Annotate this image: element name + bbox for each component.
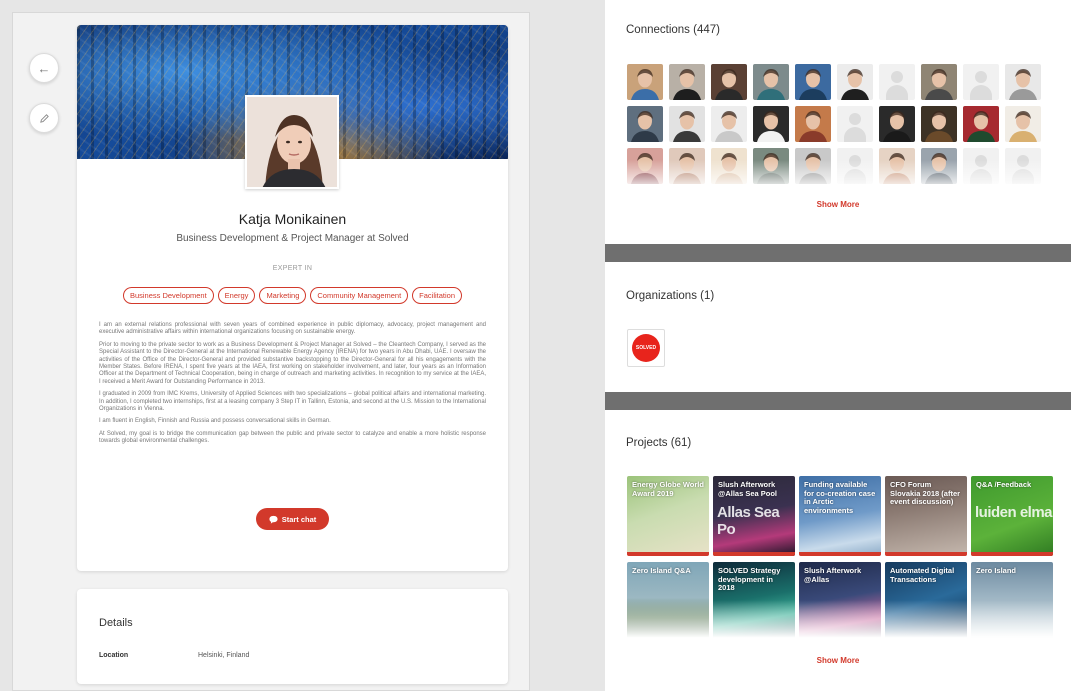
projects-show-more-link[interactable]: Show More <box>605 656 1071 665</box>
expertise-tags: Business Development Energy Marketing Co… <box>77 287 508 304</box>
projects-fade <box>605 600 1071 642</box>
section-separator <box>605 244 1071 262</box>
project-card-title: Zero Island <box>976 566 1017 575</box>
connection-avatar[interactable] <box>963 64 999 100</box>
project-card[interactable]: luiden elma Q&A /Feedback <box>971 476 1053 556</box>
tag-facilitation[interactable]: Facilitation <box>412 287 463 304</box>
projects-title: Projects (61) <box>626 437 692 449</box>
project-card[interactable]: CFO Forum Slovakia 2018 (after event dis… <box>885 476 967 556</box>
connection-avatar[interactable] <box>627 106 663 142</box>
connection-avatar[interactable] <box>921 64 957 100</box>
details-title: Details <box>99 617 133 629</box>
tag-marketing[interactable]: Marketing <box>259 287 307 304</box>
details-card: Details Location Helsinki, Finland <box>77 589 508 684</box>
project-card[interactable]: Allas Sea Po Slush Afterwork @Allas Sea P… <box>713 476 795 556</box>
project-card-accent-bar <box>885 552 967 556</box>
connection-avatar[interactable] <box>921 106 957 142</box>
project-card-title: Funding available for co-creation case i… <box>804 480 876 515</box>
pencil-icon <box>39 113 49 123</box>
connection-avatar[interactable] <box>837 64 873 100</box>
section-separator <box>605 392 1071 410</box>
connection-avatar[interactable] <box>879 106 915 142</box>
profile-bio: I am an external relations professional … <box>99 322 486 451</box>
solved-logo: SOLVED <box>632 334 660 362</box>
project-card-title: Automated Digital Transactions <box>890 566 955 584</box>
tag-community-management[interactable]: Community Management <box>310 287 409 304</box>
bio-paragraph: I am an external relations professional … <box>99 322 486 336</box>
expert-in-label: EXPERT IN <box>272 265 313 272</box>
bio-paragraph: I graduated in 2009 from IMC Krems, Univ… <box>99 391 486 413</box>
project-card-art-text: Allas Sea Po <box>717 504 780 538</box>
organization-logo-solved[interactable]: SOLVED <box>627 329 665 367</box>
project-card-title: Zero Island Q&A <box>632 566 691 575</box>
connection-avatar[interactable] <box>795 106 831 142</box>
connections-title: Connections (447) <box>626 24 720 36</box>
tag-energy[interactable]: Energy <box>217 287 256 304</box>
edit-button[interactable] <box>29 103 59 133</box>
project-card-title: CFO Forum Slovakia 2018 (after event dis… <box>890 480 961 506</box>
profile-avatar <box>245 95 339 189</box>
connection-avatar[interactable] <box>753 106 789 142</box>
project-card-accent-bar <box>713 552 795 556</box>
bio-paragraph: At Solved, my goal is to bridge the comm… <box>99 430 486 445</box>
project-card-accent-bar <box>799 552 881 556</box>
project-card-title: SOLVED Strategy development in 2018 <box>718 566 781 592</box>
bio-paragraph: I am fluent in English, Finnish and Russ… <box>99 418 331 425</box>
project-card[interactable]: Energy Globe World Award 2019 <box>627 476 709 556</box>
project-card-title: Slush Afterwork @Allas <box>804 566 862 584</box>
chat-bubble-icon <box>269 515 278 524</box>
back-button[interactable]: ← <box>29 53 59 83</box>
connections-fade <box>605 160 1071 190</box>
connection-avatar[interactable] <box>711 64 747 100</box>
connection-avatar[interactable] <box>795 64 831 100</box>
project-card-title: Q&A /Feedback <box>976 480 1032 489</box>
connection-avatar[interactable] <box>963 106 999 142</box>
connections-panel: Connections (447) Show More Organization… <box>605 0 1071 691</box>
profile-name: Katja Monikainen <box>238 211 347 227</box>
connection-avatar[interactable] <box>753 64 789 100</box>
start-chat-button[interactable]: Start chat <box>256 508 329 530</box>
location-value: Helsinki, Finland <box>198 652 250 659</box>
connection-avatar[interactable] <box>879 64 915 100</box>
project-card-title: Energy Globe World Award 2019 <box>632 480 704 498</box>
profile-panel: ← Katja Monikainen Business Development … <box>12 12 530 691</box>
location-label: Location <box>99 652 129 659</box>
connection-avatar[interactable] <box>669 64 705 100</box>
arrow-left-icon: ← <box>37 60 51 76</box>
project-card-title: Slush Afterwork @Allas Sea Pool <box>718 480 778 498</box>
organizations-title: Organizations (1) <box>626 290 715 302</box>
tag-business-development[interactable]: Business Development <box>122 287 214 304</box>
connection-avatar[interactable] <box>1005 106 1041 142</box>
start-chat-label: Start chat <box>281 514 317 524</box>
bio-paragraph: Prior to moving to the private sector to… <box>99 341 486 385</box>
project-card-art-text: luiden elma <box>975 504 1053 521</box>
connections-show-more-link[interactable]: Show More <box>605 200 1071 209</box>
profile-card: Katja Monikainen Business Development & … <box>77 25 508 571</box>
connection-avatar[interactable] <box>669 106 705 142</box>
connection-avatar[interactable] <box>711 106 747 142</box>
profile-title: Business Development & Project Manager a… <box>176 233 409 244</box>
project-card[interactable]: Funding available for co-creation case i… <box>799 476 881 556</box>
connection-avatar[interactable] <box>837 106 873 142</box>
project-card-accent-bar <box>971 552 1053 556</box>
connection-avatar[interactable] <box>627 64 663 100</box>
project-card-accent-bar <box>627 552 709 556</box>
connection-avatar[interactable] <box>1005 64 1041 100</box>
